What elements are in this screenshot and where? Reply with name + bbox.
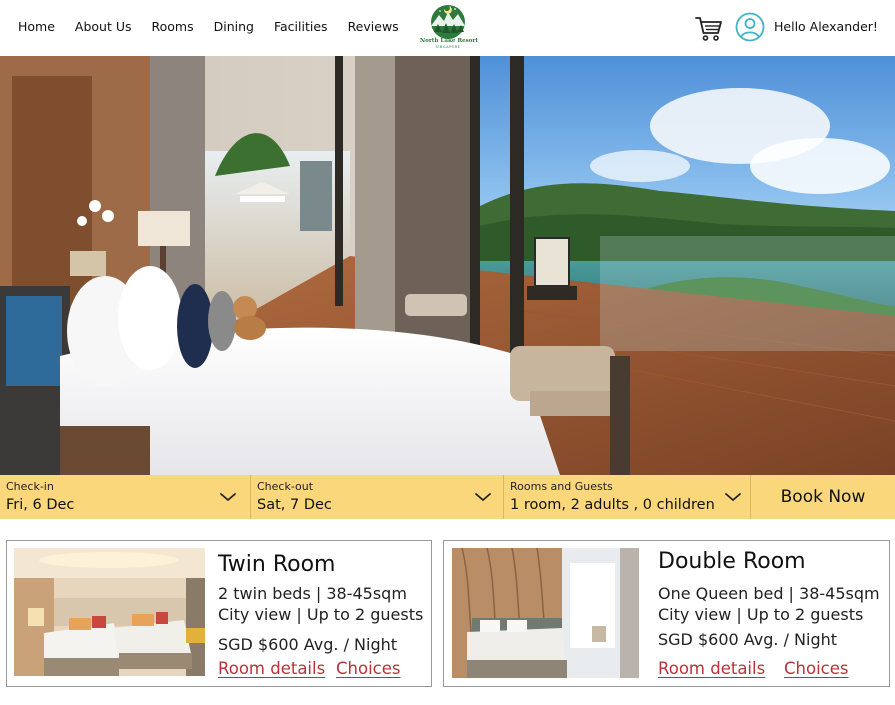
room-price: SGD $600 Avg. / Night <box>218 635 398 654</box>
room-title: Double Room <box>658 549 806 574</box>
checkout-select[interactable]: Check-out Sat, 7 Dec <box>251 475 504 519</box>
room-price: SGD $600 Avg. / Night <box>658 630 838 649</box>
room-view-guests: City view | Up to 2 guests <box>658 605 864 624</box>
nav-about-us[interactable]: About Us <box>75 19 132 34</box>
checkout-value: Sat, 7 Dec <box>257 497 332 513</box>
cart-icon[interactable] <box>694 13 724 43</box>
checkin-value: Fri, 6 Dec <box>6 497 75 513</box>
room-choices-link[interactable]: Choices <box>336 659 400 678</box>
nav-rooms[interactable]: Rooms <box>152 19 194 34</box>
rooms-guests-label: Rooms and Guests <box>510 480 613 493</box>
room-choices-link[interactable]: Choices <box>784 659 848 678</box>
room-details-link[interactable]: Room details <box>658 659 765 678</box>
logo-name: North Lake Resort <box>420 38 478 44</box>
book-now-button[interactable]: Book Now <box>751 475 895 519</box>
room-photo-double[interactable] <box>452 548 639 678</box>
main-nav: Home About Us Rooms Dining Facilities Re… <box>18 19 419 34</box>
room-beds-size: One Queen bed | 38-45sqm <box>658 584 880 603</box>
room-details-link[interactable]: Room details <box>218 659 325 678</box>
resort-logo-emblem <box>431 5 465 39</box>
room-title: Twin Room <box>218 552 336 577</box>
nav-dining[interactable]: Dining <box>214 19 254 34</box>
resort-logo[interactable]: North Lake Resort SINGAPORE <box>420 2 478 52</box>
nav-home[interactable]: Home <box>18 19 55 34</box>
hero-image <box>0 56 895 475</box>
rooms-guests-value: 1 room, 2 adults , 0 children <box>510 497 715 513</box>
room-beds-size: 2 twin beds | 38-45sqm <box>218 584 407 603</box>
room-photo-twin[interactable] <box>14 548 205 676</box>
room-card-double: Double Room One Queen bed | 38-45sqm Cit… <box>443 540 890 687</box>
rooms-guests-select[interactable]: Rooms and Guests 1 room, 2 adults , 0 ch… <box>504 475 751 519</box>
user-circle-icon[interactable] <box>735 12 765 42</box>
logo-location: SINGAPORE <box>435 45 461 49</box>
nav-facilities[interactable]: Facilities <box>274 19 328 34</box>
checkin-select[interactable]: Check-in Fri, 6 Dec <box>0 475 251 519</box>
room-view-guests: City view | Up to 2 guests <box>218 605 424 624</box>
chevron-down-icon <box>475 493 491 502</box>
site-header: Home About Us Rooms Dining Facilities Re… <box>0 0 895 56</box>
chevron-down-icon <box>725 493 741 502</box>
checkin-label: Check-in <box>6 480 54 493</box>
checkout-label: Check-out <box>257 480 314 493</box>
chevron-down-icon <box>220 493 236 502</box>
booking-bar: Check-in Fri, 6 Dec Check-out Sat, 7 Dec… <box>0 475 895 519</box>
nav-reviews[interactable]: Reviews <box>348 19 399 34</box>
user-greeting[interactable]: Hello Alexander! <box>774 19 878 34</box>
room-card-twin: Twin Room 2 twin beds | 38-45sqm City vi… <box>6 540 432 687</box>
